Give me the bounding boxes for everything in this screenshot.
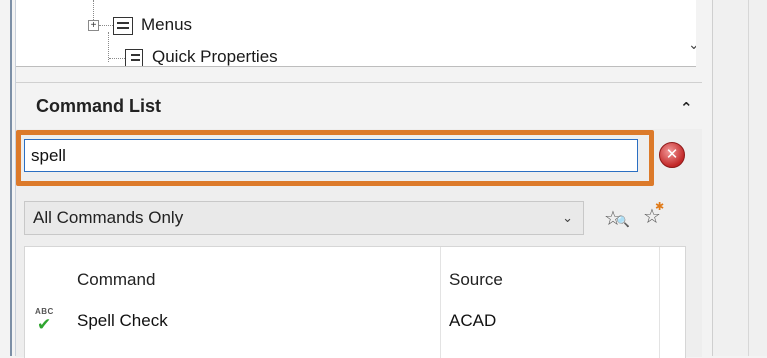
command-name: Spell Check xyxy=(77,311,168,330)
tree-connector xyxy=(99,25,113,26)
quick-properties-icon xyxy=(125,49,143,66)
tree-item-menus[interactable]: Menus xyxy=(113,14,192,36)
tree-item-quick-properties[interactable]: Quick Properties xyxy=(125,46,278,66)
column-header-source[interactable]: Source xyxy=(449,270,503,290)
chevron-down-icon: ⌄ xyxy=(562,210,573,225)
command-list-header: Command List ⌃ xyxy=(16,83,702,129)
clear-search-icon[interactable]: ✕ xyxy=(659,142,685,168)
right-side-divider xyxy=(748,0,749,356)
command-list-title: Command List xyxy=(36,96,162,116)
column-header-command[interactable]: Command xyxy=(77,270,155,290)
frame-border-left xyxy=(10,0,12,356)
tree-connector xyxy=(109,58,125,59)
command-filter-select[interactable]: All Commands Only ⌄ xyxy=(24,201,584,235)
menu-icon xyxy=(113,17,133,35)
command-search-input[interactable] xyxy=(24,139,638,172)
double-chevron-up-icon[interactable]: ⌃ xyxy=(680,99,693,117)
column-divider xyxy=(440,247,441,358)
spell-check-icon: ABC ✔ xyxy=(35,307,54,334)
tree-expander-icon[interactable]: + xyxy=(88,20,99,31)
column-divider xyxy=(659,247,660,358)
star-new-icon[interactable]: ☆ ✱ xyxy=(643,201,664,229)
tree-item-label: Quick Properties xyxy=(152,47,278,66)
star-search-icon[interactable]: ☆ 🔍 xyxy=(604,206,630,231)
command-table: Command Source ABC ✔ Spell Check ACAD xyxy=(24,246,686,358)
tree-item-label: Menus xyxy=(141,15,193,34)
chevron-down-icon[interactable]: ⌄ xyxy=(688,36,696,53)
command-source: ACAD xyxy=(449,311,497,330)
customization-tree-panel: + Menus Quick Properties ⌄ xyxy=(16,0,696,67)
filter-selected-value: All Commands Only xyxy=(33,208,184,227)
command-list-panel: Command List ⌃ ✕ All Commands Only ⌄ ☆🔍 … xyxy=(16,82,702,358)
right-side-panel xyxy=(712,0,767,356)
